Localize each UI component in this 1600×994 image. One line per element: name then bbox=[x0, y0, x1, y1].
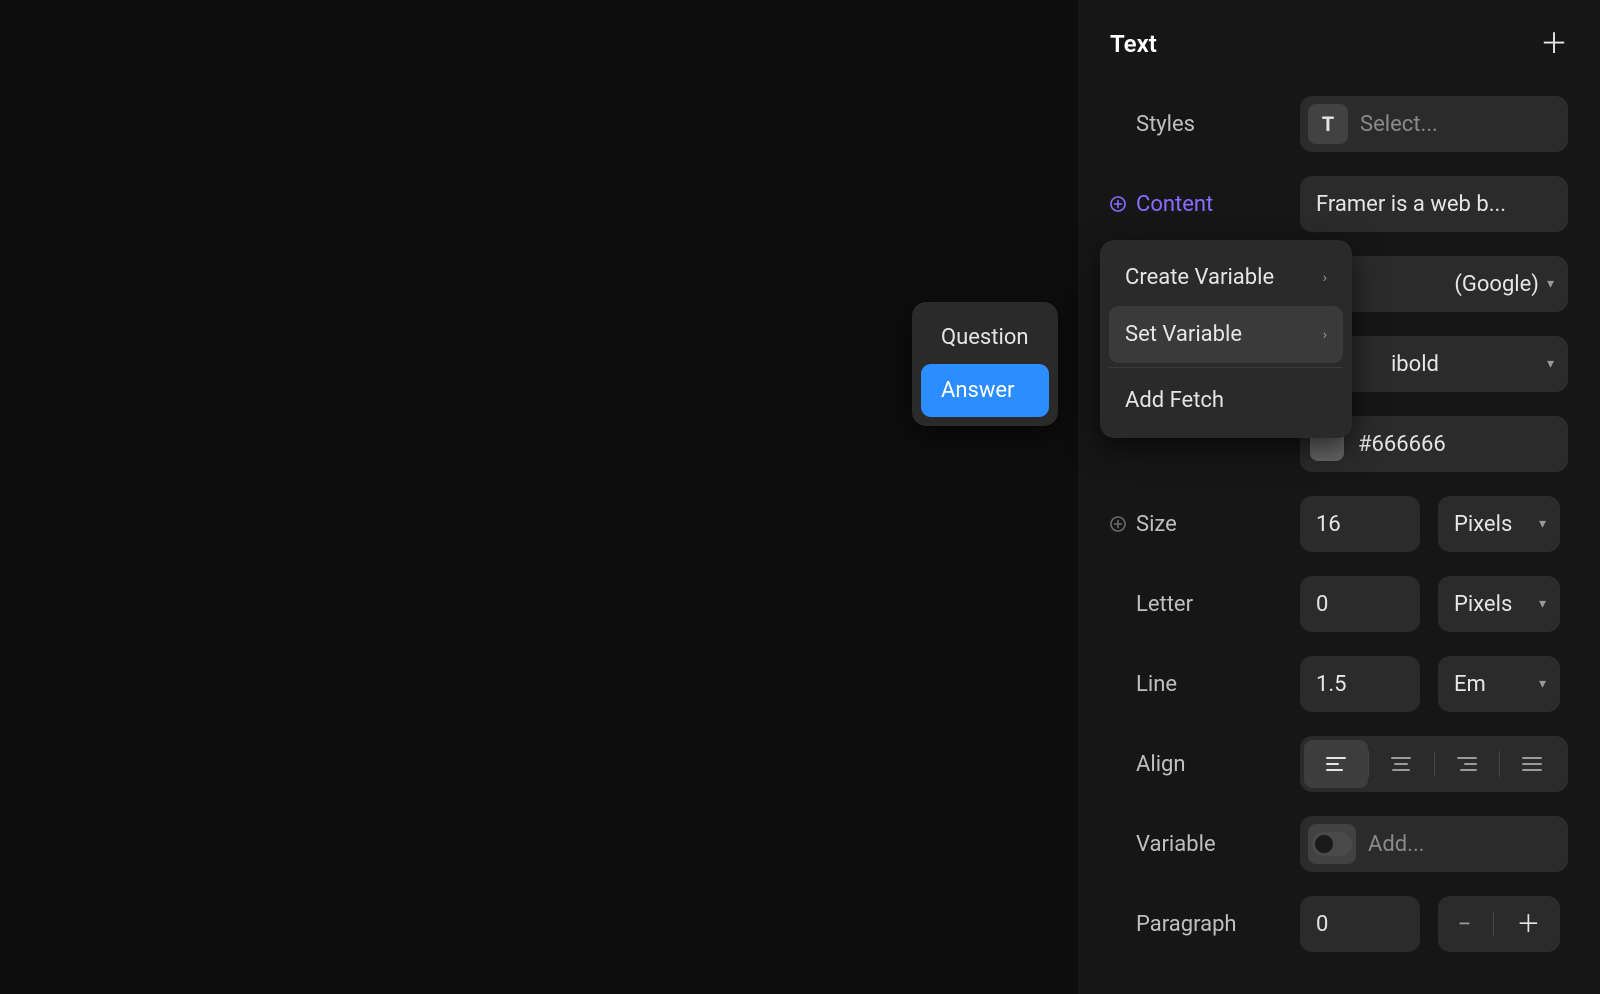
row-paragraph: Paragraph 0 − ＋ bbox=[1110, 896, 1568, 952]
variable-placeholder: Add... bbox=[1368, 832, 1425, 857]
align-right-icon bbox=[1457, 756, 1477, 772]
menu-label: Set Variable bbox=[1125, 322, 1242, 347]
align-center-icon bbox=[1391, 756, 1411, 772]
size-value: 16 bbox=[1316, 512, 1341, 537]
row-content: Content Framer is a web b... bbox=[1110, 176, 1568, 232]
size-unit: Pixels bbox=[1454, 512, 1512, 537]
styles-select[interactable]: T Select... bbox=[1300, 96, 1568, 152]
letter-unit-select[interactable]: Pixels ▾ bbox=[1438, 576, 1560, 632]
content-label: Content bbox=[1136, 192, 1213, 217]
size-input[interactable]: 16 bbox=[1300, 496, 1420, 552]
letter-label: Letter bbox=[1136, 592, 1193, 617]
letter-input[interactable]: 0 bbox=[1300, 576, 1420, 632]
menu-add-fetch[interactable]: Add Fetch bbox=[1109, 372, 1343, 429]
align-segmented bbox=[1300, 736, 1568, 792]
menu-create-variable[interactable]: Create Variable › bbox=[1109, 249, 1343, 306]
chevron-right-icon: › bbox=[1323, 270, 1327, 286]
line-unit-select[interactable]: Em ▾ bbox=[1438, 656, 1560, 712]
add-variable-icon bbox=[1110, 196, 1126, 212]
chevron-down-icon: ▾ bbox=[1547, 276, 1554, 292]
variable-option-answer[interactable]: Answer bbox=[921, 364, 1049, 417]
paragraph-stepper: − ＋ bbox=[1438, 896, 1560, 952]
size-unit-select[interactable]: Pixels ▾ bbox=[1438, 496, 1560, 552]
text-style-icon: T bbox=[1308, 104, 1348, 144]
menu-separator bbox=[1109, 367, 1343, 368]
menu-label: Add Fetch bbox=[1125, 388, 1224, 413]
text-properties-panel: Text ＋ Styles T Select... Content Framer… bbox=[1078, 0, 1600, 994]
variable-label: Variable bbox=[1136, 832, 1216, 857]
set-variable-submenu: Question Answer bbox=[912, 302, 1058, 426]
row-letter: Letter 0 Pixels ▾ bbox=[1110, 576, 1568, 632]
align-center-button[interactable] bbox=[1369, 740, 1433, 788]
line-value: 1.5 bbox=[1316, 672, 1347, 697]
add-property-button[interactable]: ＋ bbox=[1540, 30, 1568, 58]
content-value: Framer is a web b... bbox=[1316, 192, 1506, 217]
align-justify-icon bbox=[1522, 756, 1542, 772]
align-left-icon bbox=[1326, 756, 1346, 772]
stepper-minus-button[interactable]: − bbox=[1458, 912, 1472, 936]
paragraph-label: Paragraph bbox=[1136, 912, 1237, 937]
color-hex: #666666 bbox=[1358, 432, 1446, 457]
row-line: Line 1.5 Em ▾ bbox=[1110, 656, 1568, 712]
chevron-down-icon: ▾ bbox=[1547, 356, 1554, 372]
paragraph-input[interactable]: 0 bbox=[1300, 896, 1420, 952]
letter-unit: Pixels bbox=[1454, 592, 1512, 617]
variable-option-question[interactable]: Question bbox=[921, 311, 1049, 364]
content-input[interactable]: Framer is a web b... bbox=[1300, 176, 1568, 232]
chevron-right-icon: › bbox=[1323, 327, 1327, 343]
line-label: Line bbox=[1136, 672, 1177, 697]
styles-placeholder: Select... bbox=[1360, 112, 1438, 137]
row-variable: Variable Add... bbox=[1110, 816, 1568, 872]
letter-value: 0 bbox=[1316, 592, 1328, 617]
variable-font-select[interactable]: Add... bbox=[1300, 816, 1568, 872]
add-variable-icon bbox=[1110, 516, 1126, 532]
align-left-button[interactable] bbox=[1304, 740, 1368, 788]
align-right-button[interactable] bbox=[1435, 740, 1499, 788]
content-context-menu: Create Variable › Set Variable › Add Fet… bbox=[1100, 240, 1352, 438]
align-justify-button[interactable] bbox=[1500, 740, 1564, 788]
chevron-down-icon: ▾ bbox=[1539, 596, 1546, 612]
size-label: Size bbox=[1136, 512, 1177, 537]
row-size: Size 16 Pixels ▾ bbox=[1110, 496, 1568, 552]
menu-label: Create Variable bbox=[1125, 265, 1274, 290]
chevron-down-icon: ▾ bbox=[1539, 676, 1546, 692]
styles-label: Styles bbox=[1136, 112, 1195, 137]
toggle-icon bbox=[1312, 832, 1352, 856]
weight-value: ibold bbox=[1391, 352, 1539, 377]
font-value: (Google) bbox=[1454, 272, 1539, 297]
paragraph-value: 0 bbox=[1316, 912, 1328, 937]
panel-header: Text ＋ bbox=[1110, 30, 1568, 58]
line-input[interactable]: 1.5 bbox=[1300, 656, 1420, 712]
content-label-wrap[interactable]: Content bbox=[1110, 192, 1300, 217]
size-label-wrap[interactable]: Size bbox=[1110, 512, 1300, 537]
align-label: Align bbox=[1136, 752, 1186, 777]
styles-label-wrap: Styles bbox=[1110, 112, 1300, 137]
stepper-plus-button[interactable]: ＋ bbox=[1516, 912, 1540, 936]
chevron-down-icon: ▾ bbox=[1539, 516, 1546, 532]
panel-title: Text bbox=[1110, 30, 1157, 58]
menu-set-variable[interactable]: Set Variable › bbox=[1109, 306, 1343, 363]
row-styles: Styles T Select... bbox=[1110, 96, 1568, 152]
separator bbox=[1493, 912, 1494, 936]
variable-toggle[interactable] bbox=[1308, 824, 1356, 864]
line-unit: Em bbox=[1454, 672, 1486, 697]
row-align: Align bbox=[1110, 736, 1568, 792]
